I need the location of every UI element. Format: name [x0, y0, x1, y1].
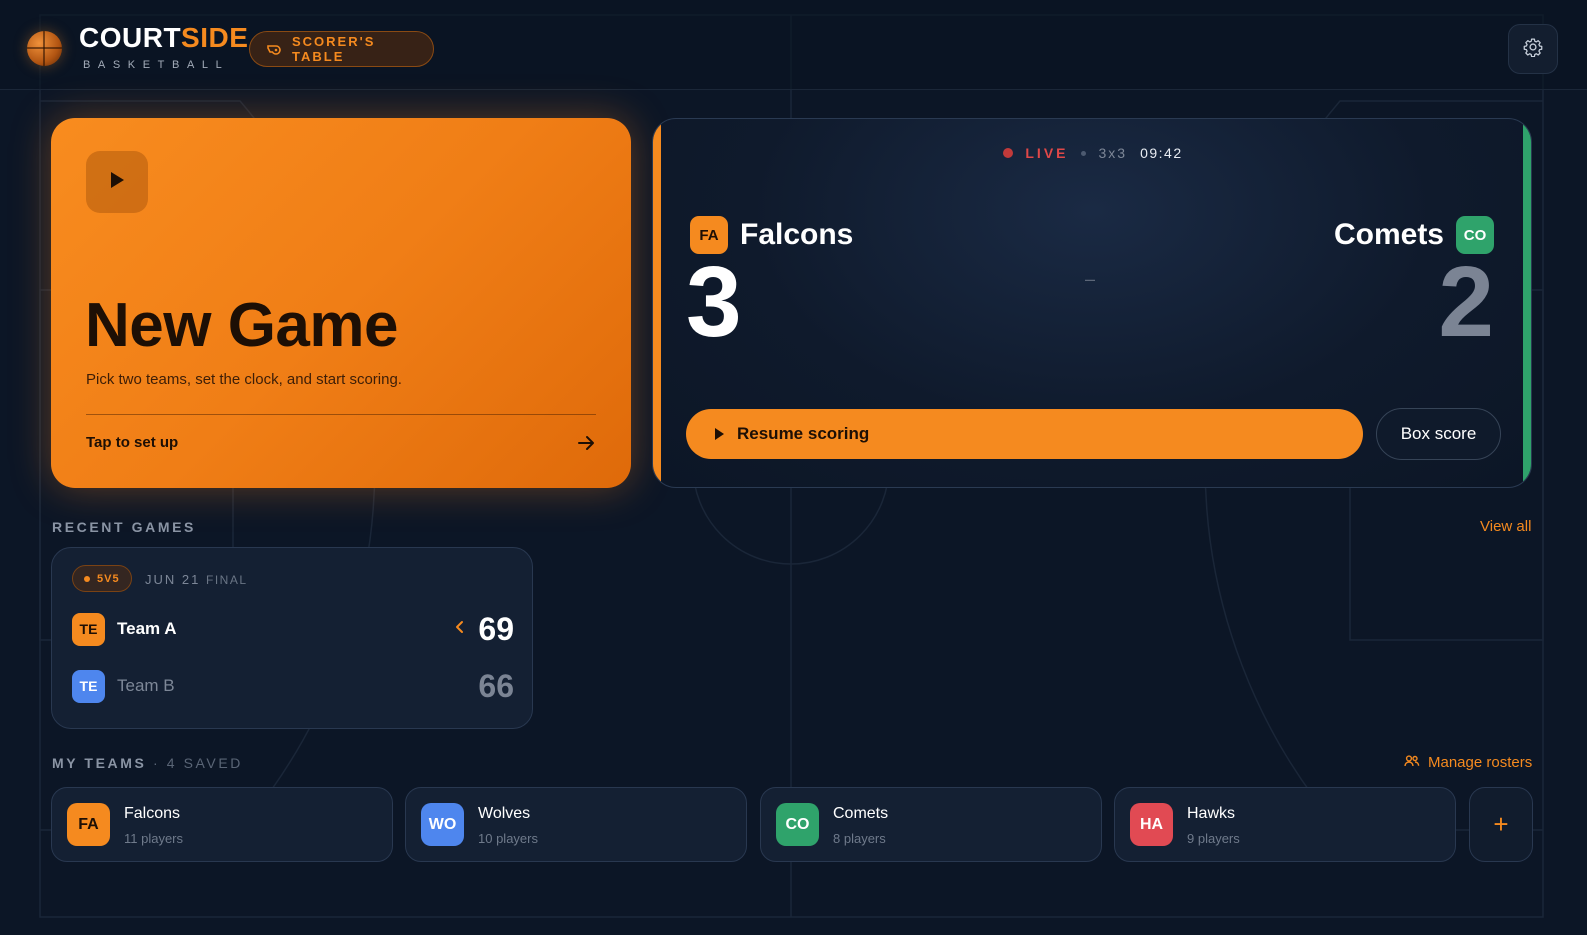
team-name: Falcons: [124, 805, 181, 822]
resume-scoring-button[interactable]: Resume scoring: [686, 409, 1363, 459]
team-player-count: 9 players: [1187, 831, 1240, 846]
team-badge: TE: [72, 669, 105, 703]
live-status-row: LIVE 3x3 09:42: [653, 145, 1531, 161]
format-chip-dot: [84, 575, 90, 582]
team-name: Wolves: [478, 805, 531, 822]
team-name: Team B: [117, 676, 175, 695]
recent-games-heading: RECENT GAMES: [52, 519, 196, 535]
team-badge: CO: [776, 803, 819, 846]
home-team-name: Falcons: [740, 218, 854, 251]
brand-name-part2: SIDE: [181, 22, 249, 53]
team-name: Team A: [117, 619, 177, 638]
score-separator: –: [1085, 269, 1096, 289]
game-clock: 09:42: [1140, 145, 1183, 161]
gear-icon: [1523, 37, 1543, 62]
team-name: Hawks: [1187, 805, 1236, 822]
basketball-logo-icon: [27, 31, 62, 66]
winner-indicator-icon: [455, 620, 465, 634]
team-name: Comets: [833, 805, 889, 822]
top-bar: COURTSIDE BASKETBALL SCORER'S TABLE: [0, 0, 1587, 90]
arrow-right-icon: [576, 433, 596, 458]
my-teams-title: MY TEAMS: [52, 755, 147, 771]
my-teams-heading: MY TEAMS · 4 SAVED: [52, 755, 243, 771]
mode-pill-label: SCORER'S TABLE: [292, 34, 376, 64]
separator-dot: [1080, 150, 1086, 156]
brand-subtitle: BASKETBALL: [83, 59, 230, 71]
live-indicator-dot: [1003, 148, 1014, 158]
live-game-card: LIVE 3x3 09:42 FA Falcons Comets CO 3 – …: [652, 118, 1532, 488]
team-badge: HA: [1130, 803, 1173, 846]
live-status-label: LIVE: [1025, 145, 1069, 161]
new-game-card[interactable]: New Game Pick two teams, set the clock, …: [51, 118, 631, 488]
manage-rosters-label: Manage rosters: [1428, 754, 1533, 771]
new-game-title: New Game: [85, 291, 399, 360]
team-card-comets[interactable]: CO Comets 8 players: [760, 787, 1102, 862]
brand-name-part1: COURT: [79, 22, 182, 53]
team-badge: WO: [421, 803, 464, 846]
settings-button[interactable]: [1508, 24, 1558, 74]
box-score-button[interactable]: Box score: [1376, 408, 1501, 460]
resume-scoring-label: Resume scoring: [737, 424, 870, 443]
game-status: FINAL: [206, 573, 248, 587]
team-player-count: 11 players: [124, 831, 184, 846]
my-teams-count: · 4 SAVED: [152, 755, 243, 771]
add-team-button[interactable]: +: [1469, 787, 1533, 862]
scorers-table-mode-pill[interactable]: SCORER'S TABLE: [249, 31, 434, 67]
game-date: JUN 21: [145, 572, 201, 587]
game-format-chip: 5V5: [72, 565, 132, 592]
new-game-divider: [86, 414, 596, 415]
play-icon: [714, 428, 724, 440]
away-team-name: Comets: [1333, 218, 1444, 251]
home-team-color-bar: [653, 119, 661, 487]
team-score: 69: [478, 610, 514, 647]
new-game-subtitle: Pick two teams, set the clock, and start…: [86, 371, 402, 388]
users-icon: [1404, 754, 1420, 771]
team-player-count: 10 players: [478, 831, 538, 846]
manage-rosters-link[interactable]: Manage rosters: [1404, 754, 1532, 771]
recent-game-card[interactable]: 5V5 JUN 21 FINAL TE Team A 69 TE Team B …: [51, 547, 533, 729]
play-icon: [108, 170, 126, 195]
away-team-score: 2: [1438, 246, 1494, 358]
view-all-link[interactable]: View all: [1480, 518, 1531, 535]
recent-team-row: TE Team B 66: [72, 667, 514, 704]
team-card-hawks[interactable]: HA Hawks 9 players: [1114, 787, 1456, 862]
recent-team-row: TE Team A 69: [72, 610, 514, 647]
game-format-label: 3x3: [1098, 145, 1128, 161]
game-format-label: 5V5: [97, 572, 120, 585]
new-game-cta[interactable]: Tap to set up: [86, 434, 178, 451]
team-card-wolves[interactable]: WO Wolves 10 players: [405, 787, 747, 862]
brand-name: COURTSIDE: [79, 22, 248, 54]
team-card-falcons[interactable]: FA Falcons 11 players: [51, 787, 393, 862]
team-score: 66: [478, 667, 514, 704]
away-team-color-bar: [1523, 119, 1531, 487]
team-player-count: 8 players: [833, 831, 886, 846]
home-team-score: 3: [686, 246, 742, 358]
team-badge: FA: [67, 803, 110, 846]
team-badge: TE: [72, 612, 105, 646]
whistle-icon: [267, 43, 281, 55]
new-game-play-tile: [86, 151, 148, 213]
